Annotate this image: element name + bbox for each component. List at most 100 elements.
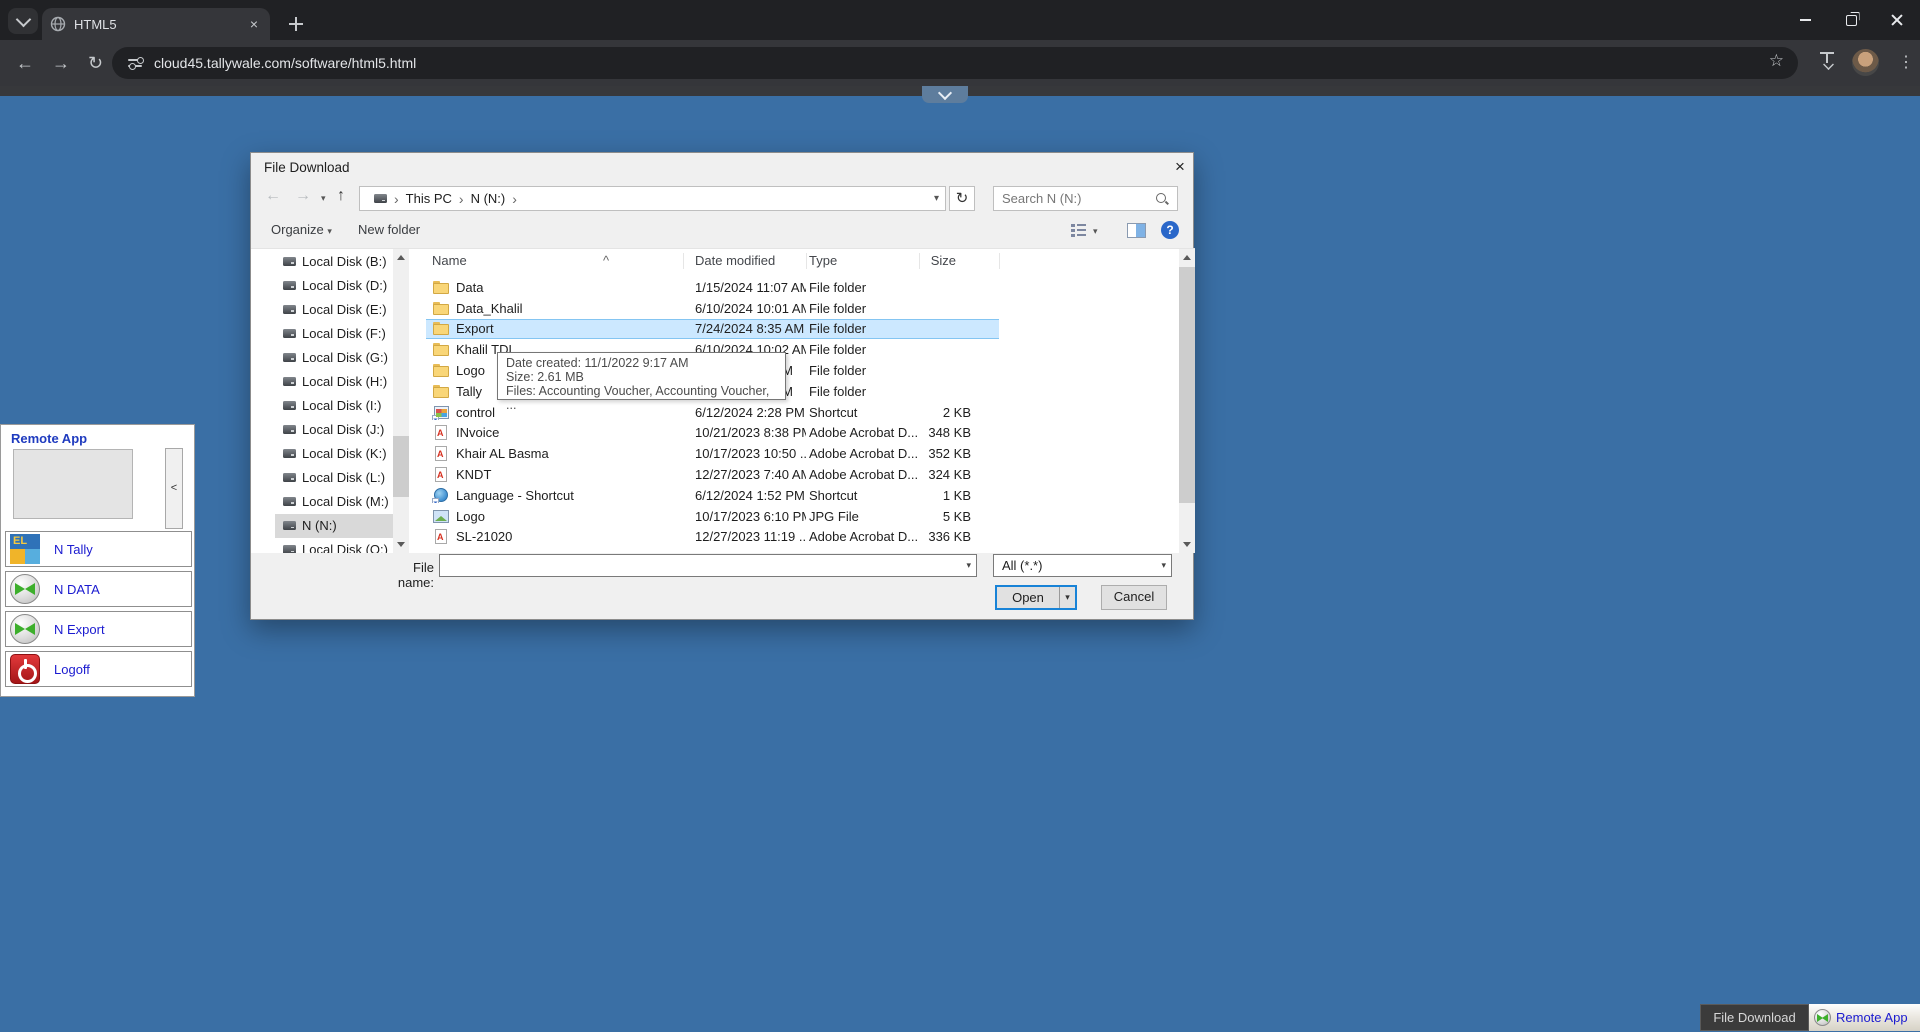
file-row[interactable]: SL-21020 12/27/2023 11:19 ... Adobe Acro… [426,527,999,548]
scroll-down-icon[interactable] [1179,536,1195,553]
sidebar-drive-item[interactable]: Local Disk (G:) [275,345,393,369]
column-header-size[interactable]: Size [919,253,956,268]
file-row[interactable]: Khair AL Basma 10/17/2023 10:50 ... Adob… [426,443,999,464]
file-row[interactable]: KNDT 12/27/2023 7:40 AM Adobe Acrobat D.… [426,464,999,485]
address-dropdown-caret[interactable]: ▾ [934,193,939,204]
file-name-input[interactable] [444,556,956,577]
file-row[interactable]: Data 1/15/2024 11:07 AM File folder [426,277,999,298]
open-dropdown-caret[interactable]: ▾ [1059,587,1075,608]
site-info-tune-icon[interactable] [128,57,142,69]
file-type-cell: Shortcut [806,488,919,503]
search-box[interactable] [993,186,1178,211]
chevron-down-icon[interactable]: ▾ [966,560,971,571]
view-mode-caret[interactable]: ▾ [1093,226,1098,237]
file-size-cell: 1 KB [919,488,999,503]
file-date-cell: 10/17/2023 10:50 ... [683,446,806,461]
remote-app-button-n-tally[interactable]: EL N Tally [5,531,192,567]
drive-label: Local Disk (H:) [302,374,387,389]
new-tab-button[interactable] [284,12,308,36]
back-button[interactable]: ← [16,52,34,74]
sidebar-drive-item[interactable]: Local Disk (F:) [275,321,393,345]
remote-app-button-n-data[interactable]: N DATA [5,571,192,607]
sidebar-scrollbar[interactable] [393,249,409,553]
dialog-toolbar: Organize ▾ New folder ▾ ? [251,215,1195,247]
file-name-cell: Khair AL Basma [426,446,683,461]
sidebar-drive-item[interactable]: Local Disk (I:) [275,393,393,417]
scrollbar-thumb[interactable] [1179,267,1195,503]
sidebar-drive-item[interactable]: Local Disk (E:) [275,297,393,321]
sidebar-drive-item[interactable]: N (N:) [275,514,393,538]
dialog-close-button[interactable]: × [1169,157,1191,179]
sidebar-drive-item[interactable]: Local Disk (L:) [275,465,393,489]
sidebar-drive-item[interactable]: Local Disk (O:) [275,538,393,553]
scrollbar-thumb[interactable] [393,436,409,497]
breadcrumb-this-pc[interactable]: This PC [406,191,452,206]
sidebar-drive-item[interactable]: Local Disk (J:) [275,417,393,441]
new-folder-button[interactable]: New folder [358,222,420,237]
rdp-pulldown-button[interactable] [922,86,968,103]
file-row[interactable]: Data_Khalil 6/10/2024 10:01 AM File fold… [426,298,999,319]
tab-close-icon[interactable]: × [246,16,262,32]
search-input[interactable] [994,191,1155,206]
scroll-down-icon[interactable] [393,536,409,553]
file-row[interactable]: Export 7/24/2024 8:35 AM File folder [426,319,999,340]
power-icon [10,654,40,684]
column-header-type[interactable]: Type [809,253,837,268]
reload-button[interactable]: ↻ [88,52,103,74]
scroll-up-icon[interactable] [1179,249,1195,266]
file-list-scrollbar[interactable] [1179,249,1195,553]
tooltip-date-created: Date created: 11/1/2022 9:17 AM [506,356,777,370]
sidebar-drive-item[interactable]: Local Disk (K:) [275,441,393,465]
nav-up-button[interactable]: ↑ [337,187,345,205]
organize-menu-button[interactable]: Organize ▾ [271,222,332,237]
taskbar-file-download-button[interactable]: File Download [1700,1004,1809,1031]
remote-app-preview-box [13,449,133,519]
file-name-combo[interactable]: ▾ [439,554,977,577]
remote-app-button-logoff[interactable]: Logoff [5,651,192,687]
open-button[interactable]: Open ▾ [995,585,1077,610]
file-type-select[interactable]: All (*.*) ▾ [993,554,1172,577]
browser-menu-kebab-icon[interactable]: ⋮ [1898,52,1914,74]
file-row[interactable]: Logo 10/17/2023 6:10 PM JPG File 5 KB [426,506,999,527]
drive-tree: Local Disk (B:) Local Disk (D:) Local Di… [275,249,393,553]
sidebar-drive-item[interactable]: Local Disk (D:) [275,273,393,297]
nav-forward-button[interactable]: → [295,187,311,205]
nav-history-caret[interactable]: ▾ [321,193,326,204]
tab-search-chevron-button[interactable] [8,8,38,34]
help-icon[interactable]: ? [1161,221,1179,239]
sidebar-drive-item[interactable]: Local Disk (M:) [275,489,393,513]
panel-collapse-button[interactable]: < [165,448,183,529]
file-row[interactable]: INvoice 10/21/2023 8:38 PM Adobe Acrobat… [426,423,999,444]
cancel-button[interactable]: Cancel [1101,585,1167,610]
preview-pane-icon[interactable] [1127,223,1146,238]
open-button-label[interactable]: Open [997,587,1059,608]
bookmark-star-icon[interactable]: ☆ [1769,51,1784,71]
window-close-button[interactable] [1874,0,1920,40]
refresh-button[interactable]: ↻ [949,186,975,211]
omnibox[interactable]: cloud45.tallywale.com/software/html5.htm… [112,47,1798,79]
remote-app-panel: Remote App < EL N Tally N DATA N Export … [0,424,195,697]
nav-back-button[interactable]: ← [265,187,281,205]
column-header-date[interactable]: Date modified [695,253,775,268]
sidebar-drive-item[interactable]: Local Disk (B:) [275,249,393,273]
file-download-dialog: File Download × ← → ▾ ↑ › This PC › N (N… [250,152,1194,620]
forward-button[interactable]: → [52,52,70,74]
url-text[interactable]: cloud45.tallywale.com/software/html5.htm… [154,55,1798,71]
window-restore-button[interactable] [1828,0,1874,40]
breadcrumb-bar[interactable]: › This PC › N (N:) › ▾ [359,186,946,211]
browser-tab[interactable]: HTML5 × [42,8,270,40]
scroll-up-icon[interactable] [393,249,409,266]
breadcrumb-drive-n[interactable]: N (N:) [471,191,506,206]
sidebar-drive-item[interactable]: Local Disk (H:) [275,369,393,393]
file-type-cell: File folder [806,280,919,295]
file-type-cell: Shortcut [806,405,919,420]
file-row[interactable]: Language - Shortcut 6/12/2024 1:52 PM Sh… [426,485,999,506]
profile-avatar[interactable] [1852,49,1879,76]
window-minimize-button[interactable] [1782,0,1828,40]
view-mode-icon[interactable] [1071,224,1086,238]
column-header-name[interactable]: Name [432,253,467,268]
plus-icon [289,17,303,31]
taskbar-remote-app-item[interactable]: Remote App [1809,1004,1920,1031]
browser-toolbar: ← → ↻ cloud45.tallywale.com/software/htm… [0,40,1920,86]
remote-app-button-n-export[interactable]: N Export [5,611,192,647]
